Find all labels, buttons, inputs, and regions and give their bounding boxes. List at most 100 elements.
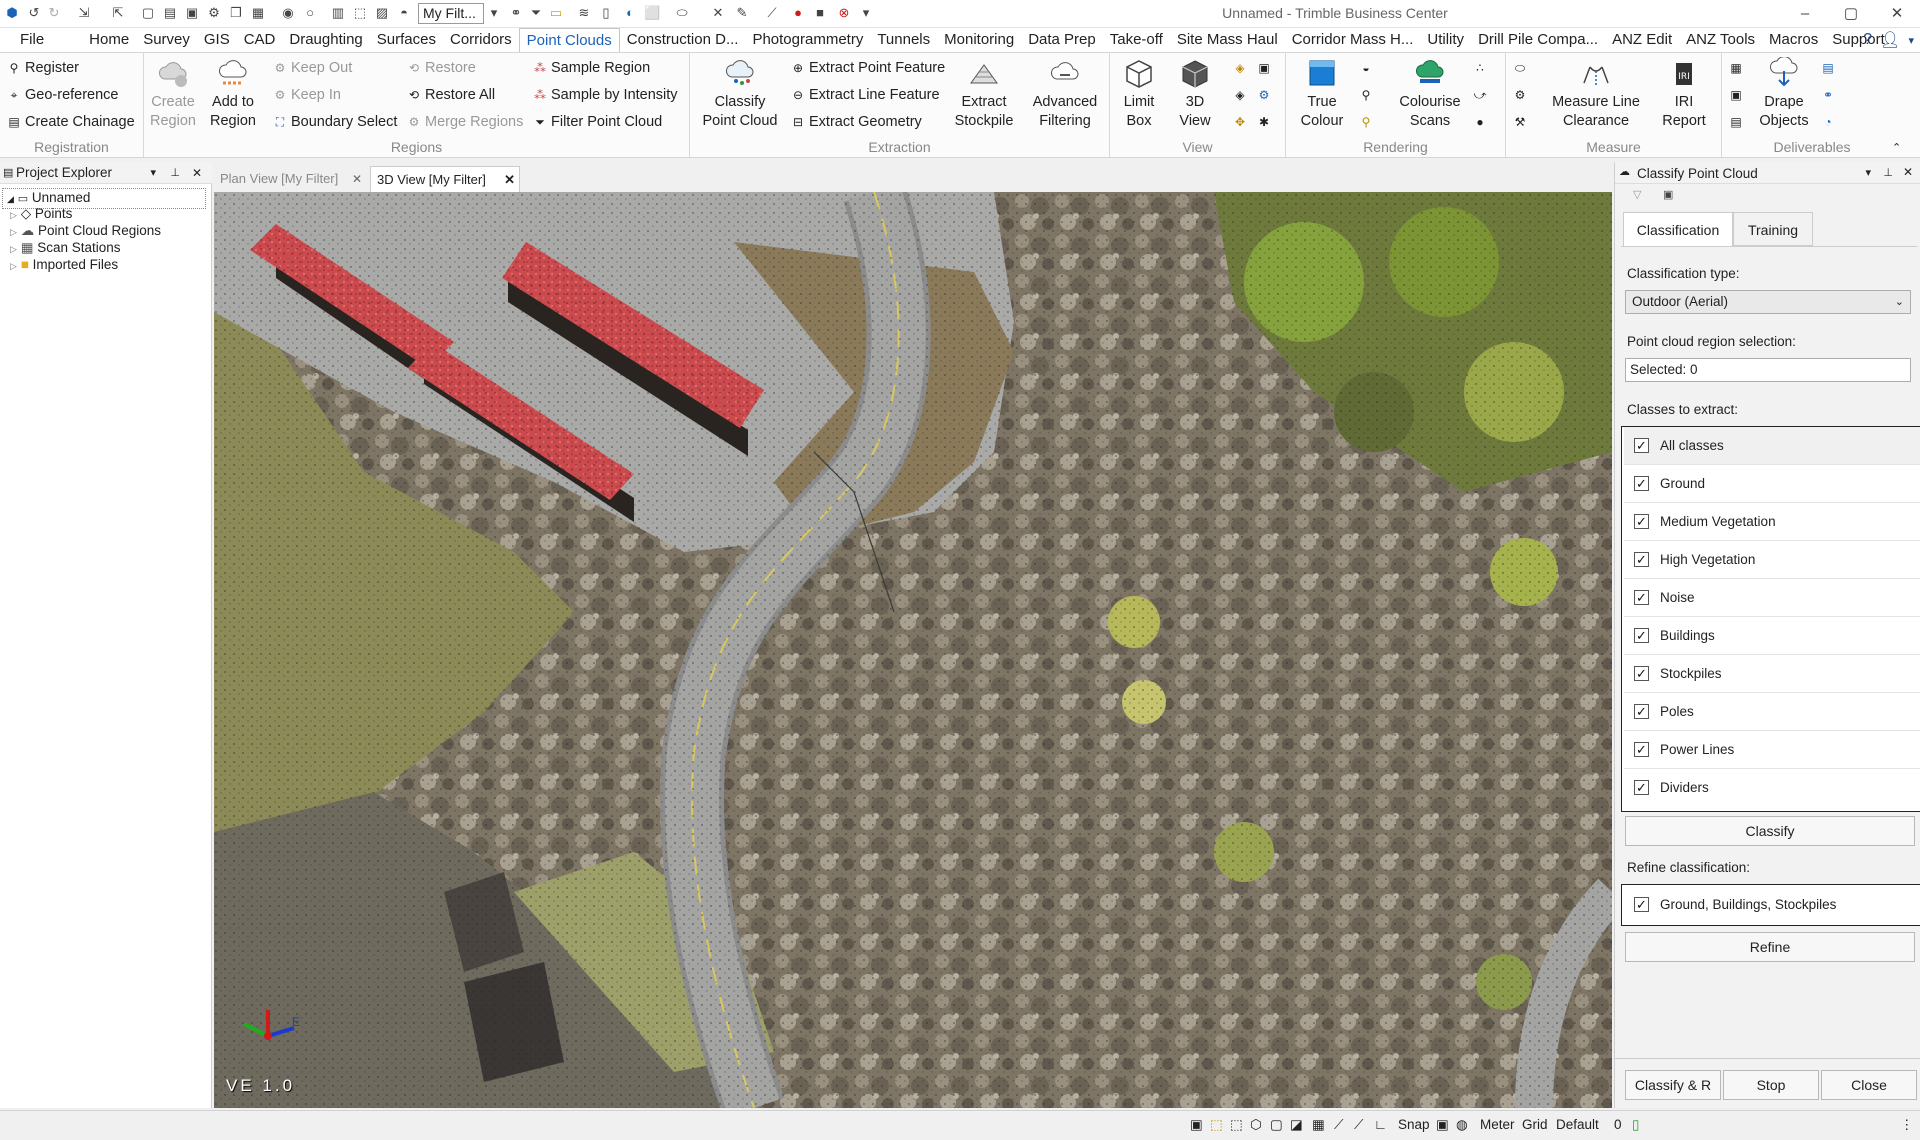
open-project-icon[interactable]: ▤ bbox=[162, 5, 178, 21]
checkbox-poles[interactable]: ✓ bbox=[1634, 704, 1649, 719]
render-mode-button[interactable]: ◒ bbox=[1358, 59, 1377, 77]
class-item-all[interactable]: ✓ All classes bbox=[1624, 427, 1920, 465]
dataset-icon[interactable]: ⬭ bbox=[674, 5, 690, 21]
expand-icon[interactable]: ▷ bbox=[10, 227, 17, 237]
pin-icon[interactable]: ⊥ bbox=[1883, 166, 1893, 179]
pin-icon[interactable]: ⊥ bbox=[170, 162, 180, 184]
point-size-button[interactable]: ∴ bbox=[1472, 59, 1491, 77]
measure-tool-button[interactable]: ⚒ bbox=[1512, 113, 1531, 131]
command-line-icon[interactable]: ▣ bbox=[1190, 1117, 1203, 1133]
select-box-icon[interactable]: ▢ bbox=[1270, 1117, 1283, 1133]
new-project-icon[interactable]: ▢ bbox=[140, 5, 156, 21]
checkbox-refine[interactable]: ✓ bbox=[1634, 897, 1649, 912]
close-button[interactable]: Close bbox=[1821, 1070, 1917, 1100]
extract-point-feature-button[interactable]: ⊕ Extract Point Feature bbox=[790, 59, 945, 77]
keep-in-button[interactable]: ⚙ Keep In bbox=[272, 86, 341, 104]
class-item-dividers[interactable]: ✓ Dividers bbox=[1624, 769, 1920, 807]
checkbox-power-lines[interactable]: ✓ bbox=[1634, 742, 1649, 757]
render-filter-button[interactable]: ⚲ bbox=[1358, 86, 1377, 104]
select-icon[interactable]: ⬚ bbox=[1210, 1117, 1223, 1133]
tab-plan-view[interactable]: Plan View [My Filter] ✕ bbox=[214, 166, 366, 192]
minimize-icon[interactable]: – bbox=[1782, 0, 1828, 28]
camera-icon[interactable]: ■ bbox=[812, 5, 828, 21]
options-icon[interactable]: ▣ bbox=[1663, 188, 1673, 201]
measure-icon[interactable]: ⟋ bbox=[764, 5, 780, 21]
register-button[interactable]: ⚲ Register bbox=[6, 59, 79, 77]
resize-grip-icon[interactable]: ⋮ bbox=[1900, 1117, 1914, 1133]
tools-icon[interactable]: ✕ bbox=[710, 5, 726, 21]
pen-icon[interactable]: ✎ bbox=[734, 5, 750, 21]
menu-gis[interactable]: GIS bbox=[197, 28, 237, 52]
true-colour-button[interactable]: True Colour bbox=[1294, 57, 1350, 131]
compass-icon[interactable]: ◐ bbox=[622, 5, 638, 21]
extract-stockpile-button[interactable]: Extract Stockpile bbox=[952, 57, 1016, 131]
deliverable-image-button[interactable]: ▣ bbox=[1728, 86, 1747, 104]
view-cube-button[interactable]: ◈ bbox=[1232, 59, 1251, 77]
classify-point-cloud-button[interactable]: Classify Point Cloud bbox=[700, 57, 780, 131]
3d-view-button[interactable]: 3D View bbox=[1172, 57, 1218, 131]
copy-icon[interactable]: ❐ bbox=[228, 5, 244, 21]
select-region-icon[interactable]: ⬚ bbox=[1230, 1117, 1243, 1133]
folder-icon[interactable]: ▭ bbox=[548, 5, 564, 21]
menu-draughting[interactable]: Draughting bbox=[282, 28, 369, 52]
stop-icon[interactable]: ⊗ bbox=[836, 5, 852, 21]
class-item-high-vegetation[interactable]: ✓ High Vegetation bbox=[1624, 541, 1920, 579]
panel-menu-icon[interactable]: ▾ bbox=[1865, 166, 1871, 179]
collapse-ribbon-icon[interactable]: ⌃ bbox=[1892, 139, 1901, 157]
table-icon[interactable]: ▥ bbox=[330, 5, 346, 21]
class-item-poles[interactable]: ✓ Poles bbox=[1624, 693, 1920, 731]
panel-menu-icon[interactable]: ▾ bbox=[150, 162, 156, 184]
render-curve-button[interactable]: ⤻ bbox=[1472, 86, 1491, 104]
refine-item[interactable]: ✓ Ground, Buildings, Stockpiles bbox=[1624, 886, 1920, 924]
close-icon[interactable]: ✕ bbox=[1874, 0, 1920, 28]
collapse-icon[interactable]: ▽ bbox=[1633, 188, 1641, 201]
customize-icon[interactable]: ▾ bbox=[858, 5, 874, 21]
menu-surfaces[interactable]: Surfaces bbox=[370, 28, 443, 52]
menu-monitoring[interactable]: Monitoring bbox=[937, 28, 1021, 52]
menu-cad[interactable]: CAD bbox=[237, 28, 283, 52]
menu-data-prep[interactable]: Data Prep bbox=[1021, 28, 1103, 52]
export-icon[interactable]: ⇱ bbox=[110, 5, 126, 21]
boundary-select-button[interactable]: ⛶ Boundary Select bbox=[272, 113, 398, 131]
close-icon[interactable]: ✕ bbox=[352, 166, 362, 192]
extract-geometry-button[interactable]: ⊟ Extract Geometry bbox=[790, 113, 922, 131]
globe-icon[interactable]: ◍ bbox=[1456, 1117, 1468, 1133]
page-icon[interactable]: ▯ bbox=[598, 5, 614, 21]
class-item-stockpiles[interactable]: ✓ Stockpiles bbox=[1624, 655, 1920, 693]
deliverable-grid-button[interactable]: ▦ bbox=[1728, 59, 1747, 77]
create-chainage-button[interactable]: ▤ Create Chainage bbox=[6, 113, 134, 131]
select-shape-icon[interactable]: ⬡ bbox=[1250, 1117, 1262, 1133]
settings-icon[interactable]: ⚙ bbox=[206, 5, 222, 21]
menu-anz-edit[interactable]: ANZ Edit bbox=[1605, 28, 1679, 52]
box-icon[interactable]: ⬚ bbox=[352, 5, 368, 21]
class-item-power-lines[interactable]: ✓ Power Lines bbox=[1624, 731, 1920, 769]
filter-icon[interactable]: ⏷ bbox=[528, 5, 544, 21]
menu-utility[interactable]: Utility bbox=[1420, 28, 1471, 52]
menu-file[interactable]: File bbox=[0, 28, 58, 52]
restore-all-button[interactable]: ⟲ Restore All bbox=[406, 86, 495, 104]
print-icon[interactable]: ▦ bbox=[250, 5, 266, 21]
restore-button[interactable]: ⟲ Restore bbox=[406, 59, 476, 77]
stop-button[interactable]: Stop bbox=[1723, 1070, 1819, 1100]
point-cloud-scene[interactable]: E bbox=[214, 192, 1612, 1108]
geo-reference-button[interactable]: ⌖ Geo-reference bbox=[6, 86, 119, 104]
limit-box-button[interactable]: Limit Box bbox=[1116, 57, 1162, 131]
menu-macros[interactable]: Macros bbox=[1762, 28, 1825, 52]
menu-survey[interactable]: Survey bbox=[136, 28, 197, 52]
render-highlight-button[interactable]: ⚲ bbox=[1358, 113, 1377, 131]
tab-classification[interactable]: Classification bbox=[1623, 212, 1733, 246]
redo-icon[interactable]: ↻ bbox=[46, 5, 62, 21]
chevron-down-icon[interactable]: ▾ bbox=[486, 5, 502, 21]
checkbox-medium-vegetation[interactable]: ✓ bbox=[1634, 514, 1649, 529]
create-region-button[interactable]: Create Region bbox=[150, 57, 196, 131]
menu-construction[interactable]: Construction D... bbox=[620, 28, 746, 52]
menu-photogrammetry[interactable]: Photogrammetry bbox=[745, 28, 870, 52]
class-item-medium-vegetation[interactable]: ✓ Medium Vegetation bbox=[1624, 503, 1920, 541]
merge-regions-button[interactable]: ⚙ Merge Regions bbox=[406, 113, 524, 131]
sample-region-button[interactable]: ⁂ Sample Region bbox=[532, 59, 650, 77]
filter-point-cloud-button[interactable]: ⏷ Filter Point Cloud bbox=[532, 113, 662, 131]
menu-site-mass-haul[interactable]: Site Mass Haul bbox=[1170, 28, 1285, 52]
drape-objects-button[interactable]: Drape Objects bbox=[1756, 57, 1812, 131]
close-icon[interactable]: ✕ bbox=[1903, 165, 1913, 179]
class-item-buildings[interactable]: ✓ Buildings bbox=[1624, 617, 1920, 655]
